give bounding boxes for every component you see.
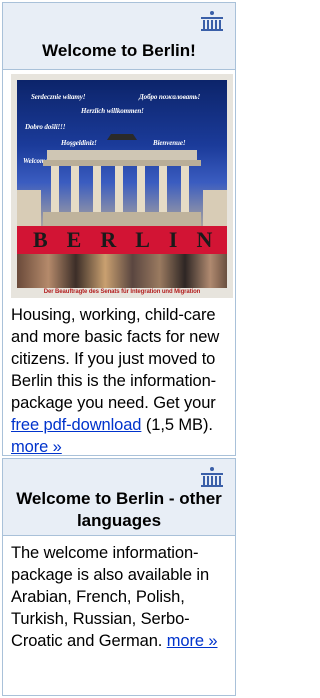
welcome-box: Welcome to Berlin! Serdecznie witamy! До… [2, 2, 236, 456]
welcome-box-title: Welcome to Berlin! [42, 41, 196, 60]
berlin-senate-icon [201, 11, 223, 31]
welcome-box-text: Housing, working, child-care and more ba… [11, 304, 227, 458]
welcome-box-header: Welcome to Berlin! [3, 3, 235, 70]
pdf-download-link[interactable]: free pdf-download [11, 416, 141, 434]
file-size-text: (1,5 MB). [141, 416, 213, 434]
cover-greeting: Добро пожаловать! [139, 93, 201, 101]
languages-box-body: The welcome information-package is also … [3, 536, 235, 658]
languages-box-title: Welcome to Berlin - other languages [16, 489, 222, 530]
cover-people-photo [17, 254, 227, 288]
berlin-senate-icon [201, 467, 223, 487]
cover-greeting: Serdecznie witamy! [31, 93, 86, 101]
welcome-text: Housing, working, child-care and more ba… [11, 306, 220, 412]
welcome-brochure-cover[interactable]: Serdecznie witamy! Добро пожаловать! Her… [11, 74, 233, 298]
welcome-box-body: Serdecznie witamy! Добро пожаловать! Her… [3, 70, 235, 464]
cover-city-label: BERLIN [17, 226, 227, 254]
cover-greeting: Herzlich willkommen! [81, 107, 144, 115]
languages-box-text: The welcome information-package is also … [11, 542, 227, 652]
more-link[interactable]: more » [11, 438, 62, 456]
languages-box-header: Welcome to Berlin - other languages [3, 459, 235, 536]
languages-box: Welcome to Berlin - other languages The … [2, 458, 236, 696]
cover-footer: Der Beauftragte des Senats für Integrati… [43, 289, 201, 295]
brandenburg-gate-picture [17, 134, 227, 226]
more-link[interactable]: more » [167, 632, 218, 650]
